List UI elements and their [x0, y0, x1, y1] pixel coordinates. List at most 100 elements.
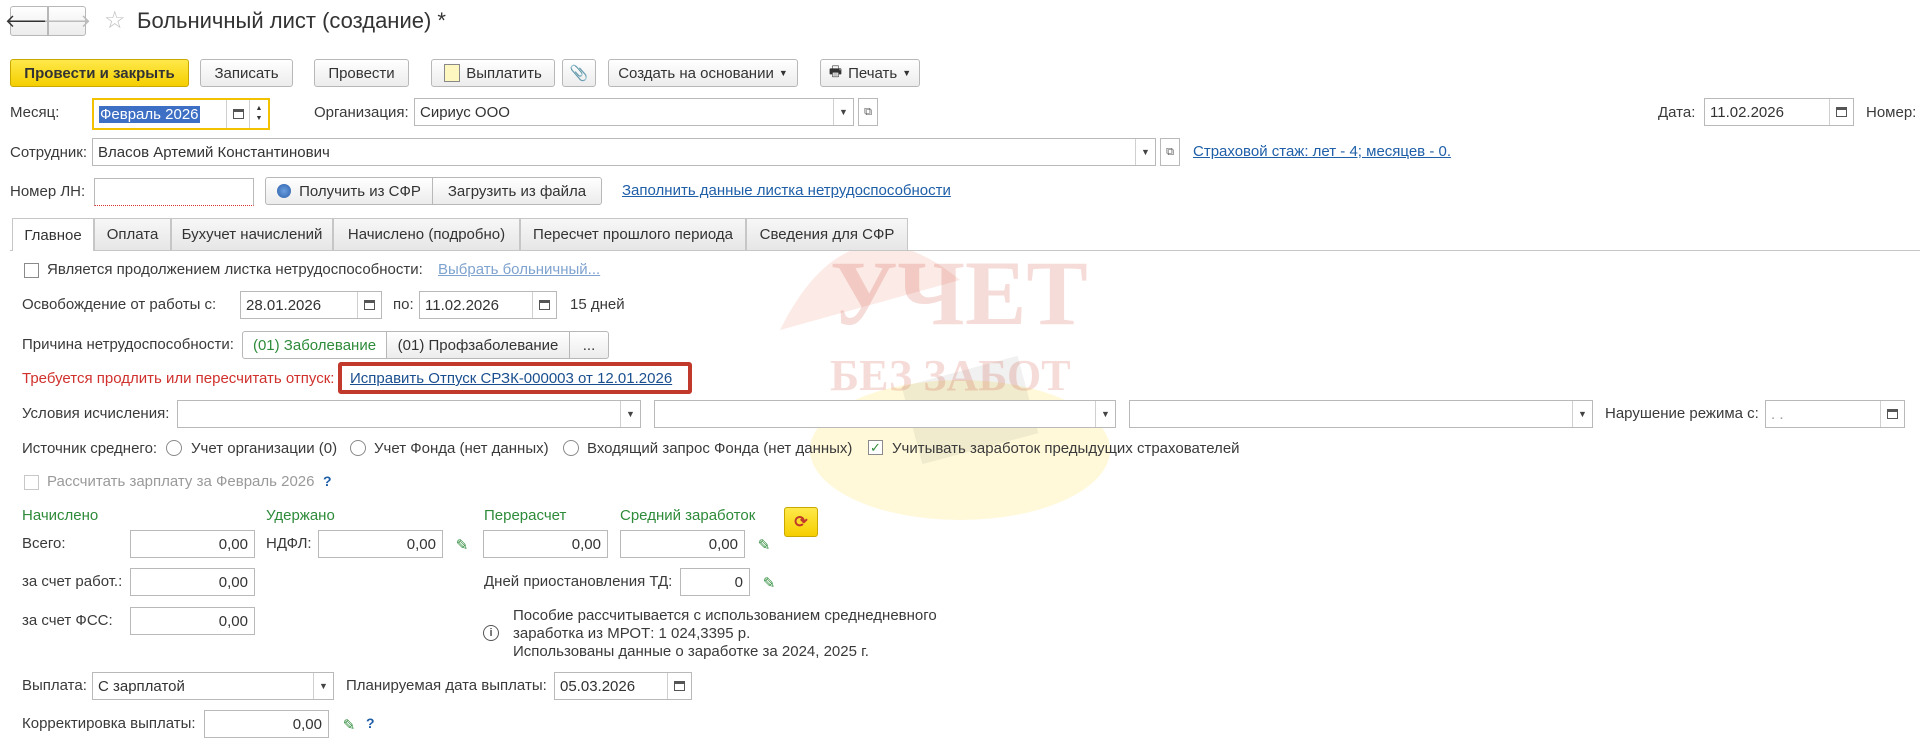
tab-accounting[interactable]: Бухучет начислений [171, 218, 333, 250]
withheld-header: Удержано [266, 507, 335, 524]
chevron-down-icon[interactable]: ▼ [620, 401, 640, 427]
reason-label: Причина нетрудоспособности: [22, 336, 234, 353]
organization-field[interactable]: Сириус ООО ▼ [414, 98, 854, 126]
suspend-days-field[interactable]: 0 [680, 568, 750, 596]
reason-occupational-button[interactable]: (01) Профзаболевание [386, 331, 570, 359]
tabs-baseline [10, 250, 1920, 251]
fss-share-field[interactable]: 0,00 [130, 607, 255, 635]
days-count: 15 дней [570, 296, 625, 313]
watermark-text-1: УЧЕТ [830, 242, 1088, 344]
avg-earnings-edit-icon[interactable]: ✎ [755, 536, 773, 554]
get-from-sfr-button[interactable]: Получить из СФР [265, 177, 433, 205]
violation-date-field[interactable]: . . [1765, 400, 1905, 428]
date-field[interactable]: 11.02.2026 [1704, 98, 1854, 126]
fss-share-label: за счет ФСС: [22, 612, 113, 629]
tab-main[interactable]: Главное [12, 218, 94, 251]
conditions-label: Условия исчисления: [22, 405, 170, 422]
release-from-label: Освобождение от работы с: [22, 296, 217, 313]
chevron-down-icon[interactable]: ▼ [1095, 401, 1115, 427]
source-request-radio[interactable] [563, 440, 579, 456]
get-from-sfr-label: Получить из СФР [299, 182, 421, 200]
calendar-icon[interactable] [357, 292, 381, 318]
calendar-icon[interactable] [532, 292, 556, 318]
correction-edit-icon[interactable]: ✎ [340, 716, 358, 734]
month-label: Месяц: [10, 104, 60, 121]
condition-2-field[interactable]: ▼ [654, 400, 1116, 428]
tab-accrued-detailed[interactable]: Начислено (подробно) [333, 218, 520, 250]
ndfl-label: НДФЛ: [266, 535, 312, 552]
release-to-value: 11.02.2026 [425, 296, 499, 314]
calc-salary-checkbox[interactable] [24, 475, 39, 490]
reason-disease-button[interactable]: (01) Заболевание [242, 331, 387, 359]
load-from-file-button[interactable]: Загрузить из файла [432, 177, 602, 205]
save-button[interactable]: Записать [200, 59, 293, 87]
pay-button[interactable]: Выплатить [431, 59, 555, 87]
chevron-down-icon[interactable]: ▼ [313, 673, 333, 699]
prev-insurers-checkbox[interactable]: ✓ [868, 440, 883, 455]
print-label: Печать [848, 64, 898, 82]
month-field[interactable]: Февраль 2026 ▲ ▼ [92, 98, 270, 130]
total-field[interactable]: 0,00 [130, 530, 255, 558]
calendar-icon [226, 100, 250, 128]
correction-field[interactable]: 0,00 [204, 710, 329, 738]
condition-1-field[interactable]: ▼ [177, 400, 641, 428]
star-icon[interactable]: ☆ [104, 6, 126, 35]
chevron-down-icon: ▼ [902, 68, 912, 78]
insurance-experience-link[interactable]: Страховой стаж: лет - 4; месяцев - 0. [1193, 143, 1451, 160]
month-stepper[interactable]: ▲ ▼ [249, 100, 268, 128]
refresh-icon: ⟳ [794, 514, 808, 531]
condition-3-field[interactable]: ▼ [1129, 400, 1593, 428]
choose-sick-leave-link[interactable]: Выбрать больничный... [438, 261, 600, 278]
continuation-checkbox[interactable] [24, 263, 39, 278]
avg-earnings-field[interactable]: 0,00 [620, 530, 745, 558]
source-request-label: Входящий запрос Фонда (нет данных) [587, 440, 853, 457]
release-to-field[interactable]: 11.02.2026 [419, 291, 557, 319]
ln-number-field[interactable] [94, 178, 254, 206]
chevron-down-icon[interactable]: ▼ [1135, 139, 1155, 165]
tab-recalculation[interactable]: Пересчет прошлого периода [520, 218, 746, 250]
ndfl-field[interactable]: 0,00 [318, 530, 443, 558]
calendar-icon[interactable] [1829, 99, 1853, 125]
recalculate-button[interactable]: ⟳ [784, 507, 818, 537]
printer-icon: 🖶 [828, 63, 843, 79]
calendar-icon[interactable] [667, 673, 691, 699]
release-from-field[interactable]: 28.01.2026 [240, 291, 382, 319]
correction-help-icon[interactable]: ? [366, 715, 375, 731]
employer-share-field[interactable]: 0,00 [130, 568, 255, 596]
recalc-header: Перерасчет [484, 507, 567, 524]
ndfl-edit-icon[interactable]: ✎ [453, 536, 471, 554]
attach-button[interactable]: 📎 [562, 59, 596, 87]
violation-date-value: . . [1771, 405, 1784, 423]
date-label: Дата: [1658, 104, 1696, 121]
organization-open-button[interactable]: ⧉ [858, 98, 878, 126]
post-and-close-button[interactable]: Провести и закрыть [10, 59, 189, 87]
window-title: Больничный лист (создание) * [137, 8, 446, 33]
source-label: Источник среднего: [22, 440, 158, 457]
chevron-down-icon[interactable]: ▼ [833, 99, 853, 125]
print-button[interactable]: 🖶 Печать ▼ [820, 59, 920, 87]
employee-open-button[interactable]: ⧉ [1160, 138, 1180, 166]
create-based-button[interactable]: Создать на основании ▼ [608, 59, 798, 87]
continuation-label: Является продолжением листка нетрудоспос… [47, 261, 423, 278]
tab-payment[interactable]: Оплата [94, 218, 171, 250]
recalc-field[interactable]: 0,00 [483, 530, 608, 558]
chevron-down-icon[interactable]: ▼ [1572, 401, 1592, 427]
employee-field[interactable]: Власов Артемий Константинович ▼ [92, 138, 1156, 166]
source-fund-radio[interactable] [350, 440, 366, 456]
source-org-radio[interactable] [166, 440, 182, 456]
tab-sfr-info[interactable]: Сведения для СФР [746, 218, 908, 250]
vacation-warning-label: Требуется продлить или пересчитать отпус… [22, 370, 335, 387]
post-button[interactable]: Провести [314, 59, 409, 87]
fill-sick-leave-link[interactable]: Заполнить данные листка нетрудоспособнос… [622, 182, 951, 199]
fix-vacation-link[interactable]: Исправить Отпуск СРЗК-000003 от 12.01.20… [350, 370, 672, 387]
avg-earnings-header: Средний заработок [620, 507, 756, 524]
calendar-icon[interactable] [1880, 401, 1904, 427]
payout-field[interactable]: С зарплатой ▼ [92, 672, 334, 700]
suspend-days-edit-icon[interactable]: ✎ [760, 574, 778, 592]
planned-date-field[interactable]: 05.03.2026 [554, 672, 692, 700]
reason-more-button[interactable]: ... [569, 331, 609, 359]
payout-label: Выплата: [22, 677, 87, 694]
calc-salary-help-icon[interactable]: ? [323, 473, 332, 489]
correction-label: Корректировка выплаты: [22, 715, 196, 732]
forward-button[interactable]: 🡒 [43, 6, 91, 36]
